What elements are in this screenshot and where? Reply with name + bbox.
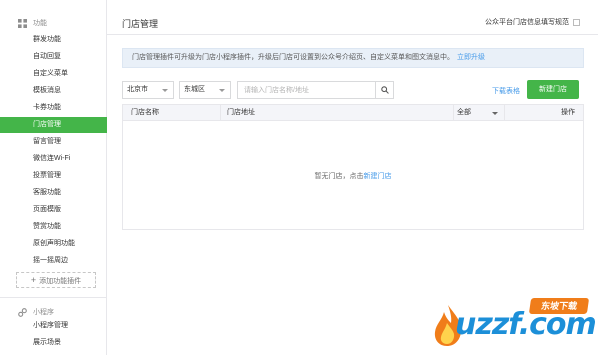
sidebar-section-miniprogram: 小程序 bbox=[18, 307, 54, 317]
store-table: 门店名称 门店地址 全部 操作 暂无门店，点击新建门店 bbox=[122, 104, 584, 230]
sidebar-item-custom-menu[interactable]: 自定义菜单 bbox=[0, 66, 107, 82]
new-store-button[interactable]: 新建门店 bbox=[527, 80, 579, 99]
chevron-down-icon bbox=[492, 112, 498, 115]
plus-icon: + bbox=[30, 275, 37, 285]
sidebar-section-label: 小程序 bbox=[33, 309, 54, 316]
sidebar-item-customer-service[interactable]: 客服功能 bbox=[0, 185, 107, 201]
empty-text: 暂无门店，点击 bbox=[314, 173, 364, 180]
column-header-actions: 操作 bbox=[561, 109, 575, 116]
sidebar-item-shake[interactable]: 摇一摇周边 bbox=[0, 253, 107, 269]
sidebar: 功能 群发功能 自动回复 自定义菜单 模板消息 卡券功能 门店管理 留言管理 微… bbox=[0, 0, 107, 355]
search-icon bbox=[380, 86, 389, 94]
document-icon bbox=[573, 18, 580, 26]
sidebar-item-reward[interactable]: 赞赏功能 bbox=[0, 219, 107, 235]
sidebar-item-page-template[interactable]: 页面模版 bbox=[0, 202, 107, 218]
column-header-name: 门店名称 bbox=[131, 109, 159, 116]
column-header-status: 全部 bbox=[457, 109, 471, 116]
empty-state: 暂无门店，点击新建门店 bbox=[123, 171, 583, 181]
sidebar-item-voting[interactable]: 投票管理 bbox=[0, 168, 107, 184]
sidebar-item-original[interactable]: 原创声明功能 bbox=[0, 236, 107, 252]
city-value: 北京市 bbox=[127, 86, 148, 93]
sidebar-item-mass-send[interactable]: 群发功能 bbox=[0, 32, 107, 48]
search-box bbox=[237, 81, 394, 99]
page-title: 门店管理 bbox=[122, 19, 159, 29]
sidebar-divider bbox=[0, 297, 107, 298]
chevron-down-icon bbox=[162, 89, 168, 92]
add-plugin-button[interactable]: + 添加功能插件 bbox=[16, 272, 96, 288]
guide-link[interactable]: 公众平台门店信息填写规范 bbox=[485, 17, 580, 27]
link-icon bbox=[18, 307, 27, 317]
sidebar-item-display-scenes[interactable]: 展示场景 bbox=[0, 335, 107, 351]
empty-new-store-link[interactable]: 新建门店 bbox=[364, 173, 392, 180]
column-divider bbox=[504, 105, 505, 121]
district-value: 东城区 bbox=[184, 86, 205, 93]
sidebar-item-store-management[interactable]: 门店管理 bbox=[0, 117, 107, 133]
status-filter-dropdown[interactable]: 全部 bbox=[454, 105, 504, 121]
upgrade-notice: 门店管理插件可升级为门店小程序插件，升级后门店可设置到公众号介绍页、自定义菜单和… bbox=[122, 48, 584, 68]
sidebar-section-label: 功能 bbox=[33, 20, 47, 27]
column-header-address: 门店地址 bbox=[227, 109, 255, 116]
guide-label: 公众平台门店信息填写规范 bbox=[485, 19, 569, 26]
chevron-down-icon bbox=[219, 89, 225, 92]
download-table-link[interactable]: 下载表格 bbox=[492, 86, 520, 96]
title-divider bbox=[107, 34, 598, 35]
watermark: uzzf.com 东坡下载 bbox=[425, 295, 597, 353]
column-divider bbox=[220, 105, 221, 121]
sidebar-item-template-msg[interactable]: 模板消息 bbox=[0, 83, 107, 99]
sidebar-item-cards[interactable]: 卡券功能 bbox=[0, 100, 107, 116]
search-button[interactable] bbox=[375, 82, 393, 98]
district-select[interactable]: 东城区 bbox=[179, 81, 231, 99]
notice-text: 门店管理插件可升级为门店小程序插件，升级后门店可设置到公众号介绍页、自定义菜单和… bbox=[132, 54, 454, 61]
sidebar-item-comments[interactable]: 留言管理 bbox=[0, 134, 107, 150]
add-plugin-label: 添加功能插件 bbox=[39, 278, 82, 285]
search-input[interactable] bbox=[238, 82, 373, 98]
sidebar-section-function: 功能 bbox=[18, 18, 47, 28]
watermark-badge: 东坡下载 bbox=[528, 298, 590, 314]
sidebar-item-wifi[interactable]: 微信连Wi-Fi bbox=[0, 151, 107, 167]
upgrade-link[interactable]: 立即升级 bbox=[457, 54, 485, 61]
grid-icon bbox=[18, 18, 27, 28]
sidebar-item-auto-reply[interactable]: 自动回复 bbox=[0, 49, 107, 65]
city-select[interactable]: 北京市 bbox=[122, 81, 174, 99]
table-header: 门店名称 门店地址 全部 操作 bbox=[123, 105, 583, 121]
sidebar-item-miniprogram-management[interactable]: 小程序管理 bbox=[0, 318, 107, 334]
